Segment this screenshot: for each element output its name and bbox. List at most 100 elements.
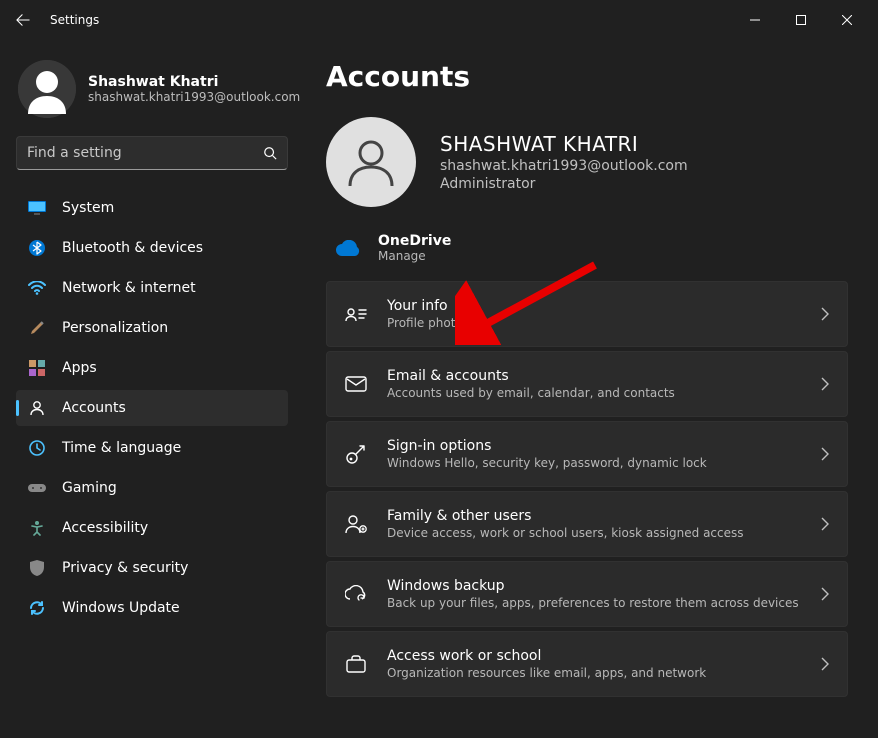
account-hero: SHASHWAT KHATRI shashwat.khatri1993@outl… bbox=[326, 117, 848, 207]
shield-icon bbox=[28, 559, 46, 577]
settings-list: Your info Profile photo Email & accounts… bbox=[326, 281, 848, 697]
onedrive-row[interactable]: OneDrive Manage bbox=[326, 225, 848, 281]
key-icon bbox=[345, 443, 367, 465]
sidebar-item-bluetooth[interactable]: Bluetooth & devices bbox=[16, 230, 288, 266]
minimize-button[interactable] bbox=[732, 4, 778, 36]
sidebar-profile[interactable]: Shashwat Khatri shashwat.khatri1993@outl… bbox=[16, 52, 300, 136]
sidebar-item-label: Privacy & security bbox=[62, 560, 188, 576]
onedrive-text: OneDrive Manage bbox=[378, 233, 451, 263]
card-title: Windows backup bbox=[387, 578, 801, 594]
card-windows-backup[interactable]: Windows backup Back up your files, apps,… bbox=[326, 561, 848, 627]
chevron-right-icon bbox=[821, 517, 829, 531]
sidebar-item-personalization[interactable]: Personalization bbox=[16, 310, 288, 346]
cloud-icon bbox=[336, 240, 360, 256]
card-title: Email & accounts bbox=[387, 368, 801, 384]
sidebar-item-label: Time & language bbox=[62, 440, 181, 456]
card-body: Sign-in options Windows Hello, security … bbox=[387, 438, 801, 470]
mail-icon bbox=[345, 373, 367, 395]
people-icon bbox=[345, 513, 367, 535]
sidebar-item-label: Accounts bbox=[62, 400, 126, 416]
card-body: Access work or school Organization resou… bbox=[387, 648, 801, 680]
close-icon bbox=[842, 15, 852, 25]
sidebar-item-network[interactable]: Network & internet bbox=[16, 270, 288, 306]
window-title: Settings bbox=[50, 13, 99, 27]
nav: System Bluetooth & devices Network & int… bbox=[16, 190, 300, 626]
card-title: Family & other users bbox=[387, 508, 801, 524]
sidebar-item-accounts[interactable]: Accounts bbox=[16, 390, 288, 426]
update-icon bbox=[28, 599, 46, 617]
card-title: Sign-in options bbox=[387, 438, 801, 454]
sidebar-item-update[interactable]: Windows Update bbox=[16, 590, 288, 626]
card-family-users[interactable]: Family & other users Device access, work… bbox=[326, 491, 848, 557]
avatar-large bbox=[326, 117, 416, 207]
sidebar-item-label: Personalization bbox=[62, 320, 168, 336]
card-signin-options[interactable]: Sign-in options Windows Hello, security … bbox=[326, 421, 848, 487]
search-icon bbox=[263, 146, 277, 160]
search-box[interactable] bbox=[16, 136, 288, 170]
sidebar-item-gaming[interactable]: Gaming bbox=[16, 470, 288, 506]
window-controls bbox=[732, 4, 870, 36]
close-button[interactable] bbox=[824, 4, 870, 36]
monitor-icon bbox=[28, 199, 46, 217]
chevron-right-icon bbox=[821, 377, 829, 391]
person-icon bbox=[343, 134, 399, 190]
chevron-right-icon bbox=[821, 447, 829, 461]
card-sub: Back up your files, apps, preferences to… bbox=[387, 596, 801, 610]
clock-icon bbox=[28, 439, 46, 457]
chevron-right-icon bbox=[821, 307, 829, 321]
sidebar-item-label: Accessibility bbox=[62, 520, 148, 536]
briefcase-icon bbox=[345, 653, 367, 675]
profile-email: shashwat.khatri1993@outlook.com bbox=[88, 90, 300, 104]
sidebar-item-apps[interactable]: Apps bbox=[16, 350, 288, 386]
gamepad-icon bbox=[28, 479, 46, 497]
card-sub: Windows Hello, security key, password, d… bbox=[387, 456, 801, 470]
wifi-icon bbox=[28, 279, 46, 297]
sidebar-item-label: Gaming bbox=[62, 480, 117, 496]
search-input[interactable] bbox=[27, 145, 263, 161]
hero-email: shashwat.khatri1993@outlook.com bbox=[440, 158, 688, 174]
hero-text: SHASHWAT KHATRI shashwat.khatri1993@outl… bbox=[440, 132, 688, 192]
sidebar-item-system[interactable]: System bbox=[16, 190, 288, 226]
profile-name: Shashwat Khatri bbox=[88, 74, 300, 90]
card-access-work-school[interactable]: Access work or school Organization resou… bbox=[326, 631, 848, 697]
card-sub: Device access, work or school users, kio… bbox=[387, 526, 801, 540]
card-body: Family & other users Device access, work… bbox=[387, 508, 801, 540]
back-button[interactable] bbox=[8, 5, 38, 35]
bluetooth-icon bbox=[28, 239, 46, 257]
sidebar-item-privacy[interactable]: Privacy & security bbox=[16, 550, 288, 586]
arrow-left-icon bbox=[16, 13, 30, 27]
card-email-accounts[interactable]: Email & accounts Accounts used by email,… bbox=[326, 351, 848, 417]
page-title: Accounts bbox=[326, 60, 848, 93]
paintbrush-icon bbox=[28, 319, 46, 337]
contact-card-icon bbox=[345, 303, 367, 325]
minimize-icon bbox=[750, 15, 760, 25]
onedrive-sub: Manage bbox=[378, 249, 451, 263]
main-content: Accounts SHASHWAT KHATRI shashwat.khatri… bbox=[308, 40, 878, 738]
maximize-button[interactable] bbox=[778, 4, 824, 36]
avatar bbox=[18, 60, 76, 118]
card-sub: Organization resources like email, apps,… bbox=[387, 666, 801, 680]
onedrive-title: OneDrive bbox=[378, 233, 451, 249]
card-sub: Accounts used by email, calendar, and co… bbox=[387, 386, 801, 400]
sidebar-item-accessibility[interactable]: Accessibility bbox=[16, 510, 288, 546]
card-body: Your info Profile photo bbox=[387, 298, 801, 330]
hero-name: SHASHWAT KHATRI bbox=[440, 132, 688, 156]
maximize-icon bbox=[796, 15, 806, 25]
accessibility-icon bbox=[28, 519, 46, 537]
apps-icon bbox=[28, 359, 46, 377]
card-title: Your info bbox=[387, 298, 801, 314]
person-icon bbox=[28, 399, 46, 417]
chevron-right-icon bbox=[821, 587, 829, 601]
sidebar-item-label: System bbox=[62, 200, 114, 216]
profile-text: Shashwat Khatri shashwat.khatri1993@outl… bbox=[88, 74, 300, 104]
card-body: Email & accounts Accounts used by email,… bbox=[387, 368, 801, 400]
hero-role: Administrator bbox=[440, 176, 688, 192]
chevron-right-icon bbox=[821, 657, 829, 671]
card-title: Access work or school bbox=[387, 648, 801, 664]
card-your-info[interactable]: Your info Profile photo bbox=[326, 281, 848, 347]
card-body: Windows backup Back up your files, apps,… bbox=[387, 578, 801, 610]
sidebar-item-time[interactable]: Time & language bbox=[16, 430, 288, 466]
sidebar: Shashwat Khatri shashwat.khatri1993@outl… bbox=[0, 40, 308, 738]
sidebar-item-label: Network & internet bbox=[62, 280, 196, 296]
card-sub: Profile photo bbox=[387, 316, 801, 330]
